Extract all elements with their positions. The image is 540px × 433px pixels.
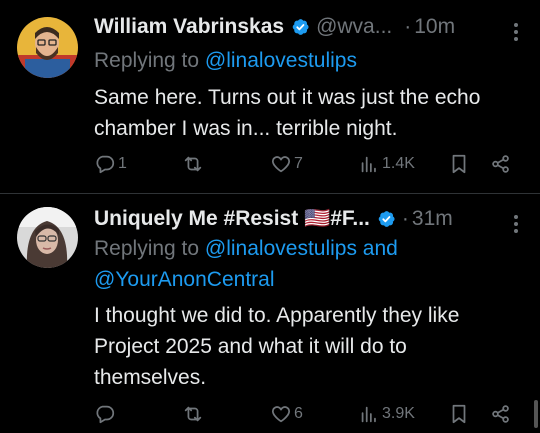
bookmark-button[interactable] — [448, 150, 470, 178]
avatar[interactable] — [17, 17, 78, 78]
verified-badge-icon — [376, 209, 396, 229]
views-button[interactable]: 3.9K — [358, 400, 415, 428]
timestamp[interactable]: 10m — [414, 15, 455, 39]
action-bar: 1 7 1.4K — [94, 150, 524, 178]
like-count: 6 — [294, 405, 303, 422]
avatar[interactable] — [17, 207, 78, 268]
separator-dot: · — [404, 15, 412, 38]
mention-link-2[interactable]: @YourAnonCentral — [94, 268, 275, 291]
mention-link[interactable]: @linalovestulips — [205, 49, 357, 72]
more-icon[interactable] — [514, 20, 520, 44]
reply-icon — [96, 155, 115, 174]
replying-to: Replying to @linalovestulips and — [94, 234, 398, 264]
reply-count: 1 — [118, 155, 127, 172]
more-icon[interactable] — [514, 212, 520, 236]
avatar-image — [17, 17, 78, 78]
share-button[interactable] — [490, 400, 512, 428]
bookmark-icon — [452, 404, 466, 424]
share-icon — [492, 405, 509, 423]
scrollbar[interactable] — [534, 400, 538, 428]
tweet-text: Same here. Turns out it was just the ech… — [94, 86, 481, 140]
action-bar: 6 3.9K — [94, 400, 524, 428]
like-icon — [271, 156, 291, 173]
replying-to-line-2: @YourAnonCentral — [94, 265, 275, 295]
tweet-header: Uniquely Me #Resist 🇺🇸#F... · 31m — [94, 204, 524, 234]
repost-button[interactable] — [182, 150, 206, 178]
replying-prefix: Replying to — [94, 237, 205, 260]
mention-link[interactable]: @linalovestulips — [205, 237, 357, 260]
views-count: 3.9K — [382, 405, 415, 422]
verified-badge-icon — [290, 17, 310, 37]
share-button[interactable] — [490, 150, 512, 178]
views-icon — [361, 156, 376, 173]
bookmark-icon — [452, 154, 466, 174]
like-icon — [271, 406, 291, 423]
reply-button[interactable]: 1 — [94, 150, 127, 178]
replying-to: Replying to @linalovestulips — [94, 46, 357, 76]
views-count: 1.4K — [382, 155, 415, 172]
avatar-image — [17, 207, 78, 268]
tweet-2[interactable]: Uniquely Me #Resist 🇺🇸#F... · 31m Replyi… — [0, 194, 540, 433]
share-icon — [492, 155, 509, 173]
views-icon — [361, 406, 376, 423]
tweet-1[interactable]: William Vabrinskas @wva... · 10m Replyin… — [0, 0, 540, 193]
bookmark-button[interactable] — [448, 400, 470, 428]
like-count: 7 — [294, 155, 303, 172]
like-button[interactable]: 6 — [270, 400, 303, 428]
like-button[interactable]: 7 — [270, 150, 303, 178]
separator-dot: · — [401, 207, 409, 230]
tweet-text: I thought we did to. Apparently they lik… — [94, 304, 460, 389]
replying-prefix: Replying to — [94, 49, 205, 72]
author-name[interactable]: William Vabrinskas — [94, 15, 284, 39]
reply-icon — [96, 405, 115, 424]
mention-and: and — [356, 237, 398, 260]
author-handle[interactable]: @wva... — [316, 15, 392, 39]
tweet-header: William Vabrinskas @wva... · 10m — [94, 12, 524, 42]
reply-button[interactable] — [94, 400, 118, 428]
repost-icon — [184, 406, 202, 422]
author-name[interactable]: Uniquely Me #Resist 🇺🇸#F... — [94, 207, 370, 231]
timestamp[interactable]: 31m — [412, 207, 453, 231]
repost-button[interactable] — [182, 400, 206, 428]
repost-icon — [184, 156, 202, 172]
views-button[interactable]: 1.4K — [358, 150, 415, 178]
